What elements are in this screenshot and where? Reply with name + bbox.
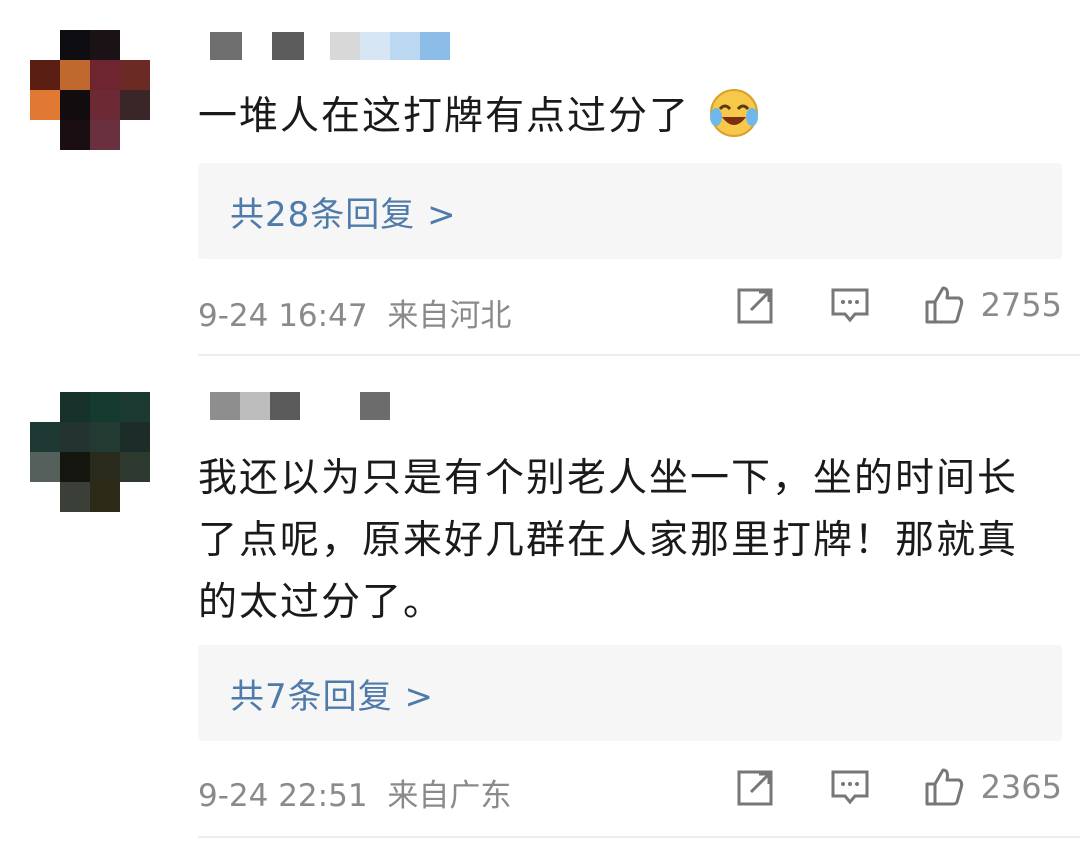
comment-meta: 9-24 22:51 来自广东 [198, 770, 511, 815]
username-blurred[interactable] [210, 32, 450, 60]
view-replies-link[interactable]: 共7条回复 > [230, 669, 434, 718]
like-icon[interactable] [923, 284, 965, 326]
comment-text-line: 我还以为只是有个别老人坐一下，坐的时间长 [198, 456, 1019, 501]
share-icon[interactable] [735, 284, 777, 326]
action-bar: 2365 [735, 766, 1062, 808]
like-count: 2755 [980, 286, 1062, 324]
action-bar: 2755 [735, 284, 1062, 326]
comment-date: 9-24 22:51 [198, 778, 368, 814]
comment-item: 一堆人在这打牌有点过分了 共28条回复 > 9-24 16:47 来自河北 27… [0, 0, 1080, 356]
comment-text-line: 的太过分了。 [198, 580, 445, 625]
comment-text: 我还以为只是有个别老人坐一下，坐的时间长 了点呢，原来好几群在人家那里打牌！那就… [198, 448, 1058, 634]
reply-box[interactable]: 共7条回复 > [198, 645, 1062, 741]
comment-text: 一堆人在这打牌有点过分了 [198, 86, 1058, 148]
comment-date: 9-24 16:47 [198, 298, 368, 334]
comment-location: 来自河北 [387, 298, 512, 334]
comment-location: 来自广东 [387, 778, 512, 814]
avatar[interactable] [30, 392, 150, 512]
divider [198, 836, 1080, 838]
like-count: 2365 [980, 768, 1062, 806]
share-icon[interactable] [735, 766, 777, 808]
laughing-crying-emoji-icon [710, 89, 759, 137]
view-replies-link[interactable]: 共28条回复 > [230, 187, 457, 236]
username-blurred[interactable] [210, 392, 390, 420]
comment-item: 我还以为只是有个别老人坐一下，坐的时间长 了点呢，原来好几群在人家那里打牌！那就… [0, 356, 1080, 848]
avatar[interactable] [30, 30, 150, 150]
comment-text-content: 一堆人在这打牌有点过分了 [198, 94, 691, 139]
like-icon[interactable] [923, 766, 965, 808]
comment-icon[interactable] [829, 284, 871, 326]
comment-text-line: 了点呢，原来好几群在人家那里打牌！那就真 [198, 518, 1019, 563]
comment-icon[interactable] [829, 766, 871, 808]
comment-meta: 9-24 16:47 来自河北 [198, 290, 511, 335]
reply-box[interactable]: 共28条回复 > [198, 163, 1062, 259]
